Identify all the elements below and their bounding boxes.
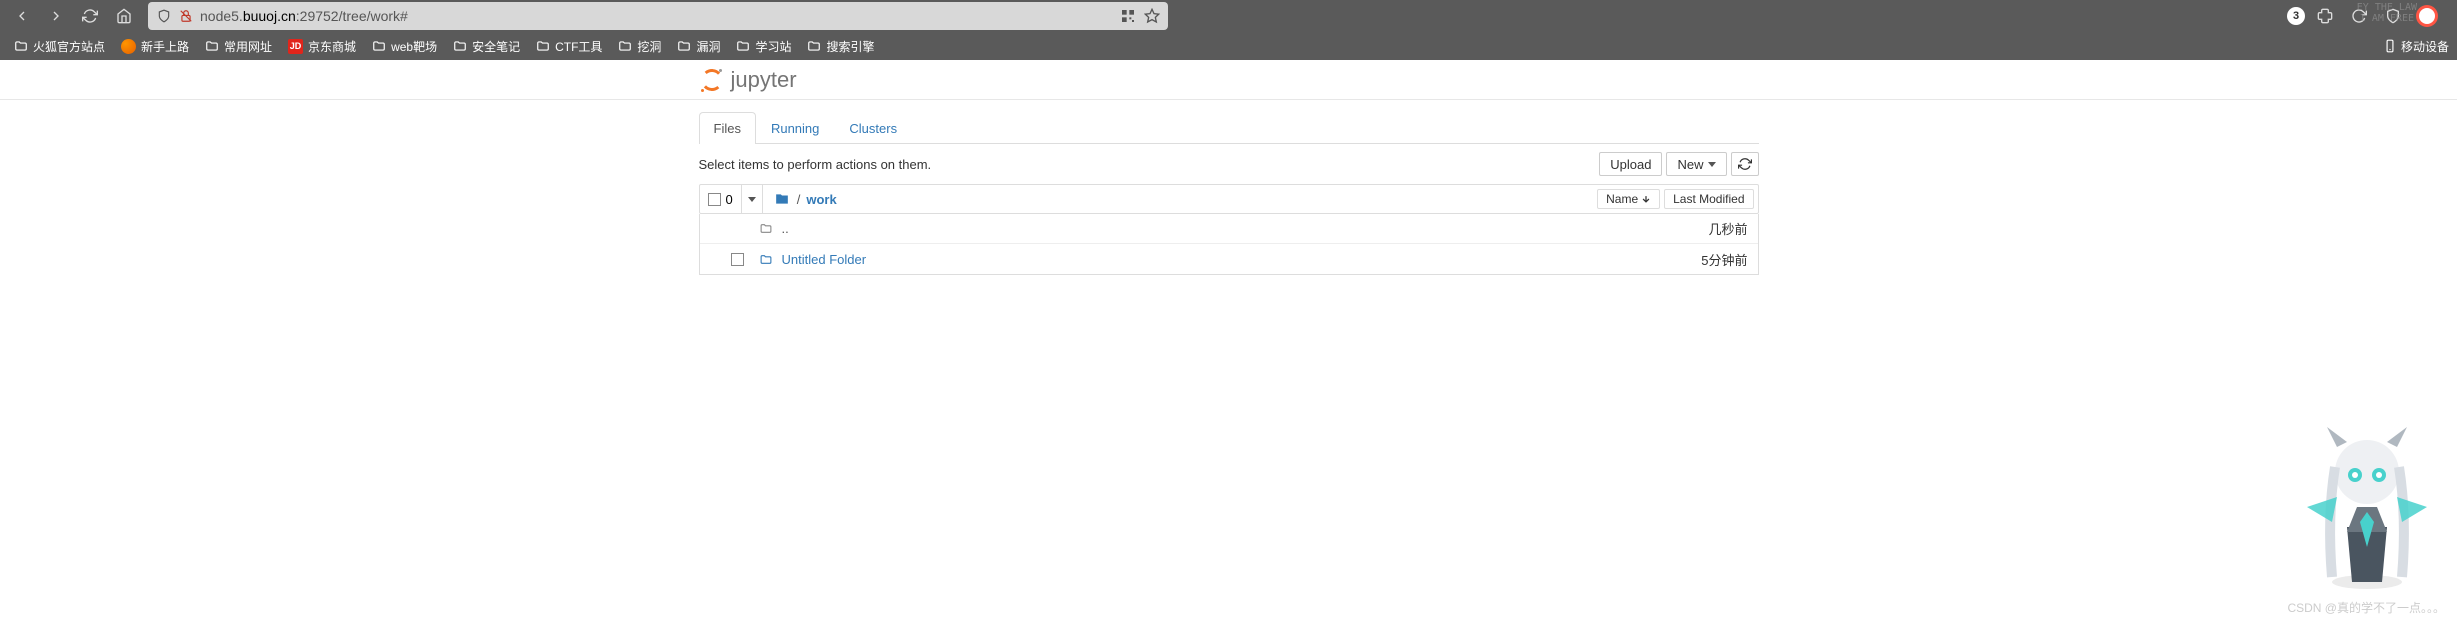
bookmark-item[interactable]: 挖洞 [612, 35, 667, 58]
folder-outline-icon [758, 222, 774, 235]
bookmark-label: 学习站 [755, 38, 791, 55]
folder-icon[interactable] [773, 192, 791, 206]
bookmark-item[interactable]: web靶场 [366, 35, 443, 58]
bookmark-label: 搜索引擎 [826, 38, 874, 55]
url-text: node5.buuoj.cn:29752/tree/work# [200, 8, 1114, 24]
select-count: 0 [726, 192, 733, 207]
breadcrumb-work[interactable]: work [806, 192, 836, 207]
file-link[interactable]: Untitled Folder [782, 252, 867, 267]
refresh-button[interactable] [1731, 152, 1759, 176]
bookmark-item[interactable]: 漏洞 [671, 35, 726, 58]
browser-toolbar: node5.buuoj.cn:29752/tree/work# EY THE L… [0, 0, 2457, 32]
file-list: .. 几秒前 Untitled Folder 5分钟前 [699, 214, 1759, 275]
jupyter-header: jupyter [0, 60, 2457, 100]
breadcrumb-row: 0 / work Name Last Modified [699, 184, 1759, 214]
chevron-down-icon [748, 197, 756, 202]
breadcrumb-separator: / [797, 192, 801, 207]
select-all[interactable]: 0 [700, 185, 741, 213]
bookmark-item[interactable]: 常用网址 [199, 35, 278, 58]
mobile-device-link[interactable]: 移动设备 [2383, 38, 2449, 55]
browser-chrome: node5.buuoj.cn:29752/tree/work# EY THE L… [0, 0, 2457, 60]
home-button[interactable] [110, 2, 138, 30]
breadcrumb: / work [763, 192, 847, 207]
sort-modified-button[interactable]: Last Modified [1664, 189, 1753, 209]
new-button[interactable]: New [1666, 152, 1726, 176]
bookmark-item[interactable]: 火狐官方站点 [8, 35, 111, 58]
back-button[interactable] [8, 2, 36, 30]
tab-running[interactable]: Running [756, 112, 834, 144]
url-bar[interactable]: node5.buuoj.cn:29752/tree/work# [148, 2, 1168, 30]
jd-icon: JD [288, 39, 303, 54]
mascot-decoration [2287, 417, 2447, 592]
download-badge[interactable]: 3 [2287, 7, 2305, 25]
shield-icon [156, 8, 172, 24]
bookmark-item[interactable]: CTF工具 [530, 35, 608, 58]
file-modified: 几秒前 [1708, 219, 1747, 238]
bookmark-label: web靶场 [391, 38, 437, 55]
watermark: CSDN @真的学不了一点。。。 [2287, 599, 2445, 616]
decor-text: EY THE LAWI AM FREE [2357, 2, 2417, 24]
reload-button[interactable] [76, 2, 104, 30]
bookmark-star-icon[interactable] [1144, 8, 1160, 24]
select-dropdown[interactable] [741, 185, 762, 213]
bookmark-label: 挖洞 [637, 38, 661, 55]
bookmark-item[interactable]: JD 京东商城 [282, 35, 362, 58]
bookmarks-bar: 火狐官方站点 新手上路 常用网址 JD 京东商城 web靶场 安全笔记 CTF工具 挖洞 漏洞 学习… [0, 32, 2457, 60]
firefox-icon [121, 39, 136, 54]
sort-name-button[interactable]: Name [1597, 189, 1660, 209]
chevron-down-icon [1708, 162, 1716, 167]
file-name: .. [782, 221, 789, 236]
extension-icon[interactable] [2311, 2, 2339, 30]
bookmark-item[interactable]: 搜索引擎 [801, 35, 880, 58]
file-row: Untitled Folder 5分钟前 [700, 244, 1758, 274]
toolbar-right: EY THE LAWI AM FREE 3 [2287, 2, 2449, 30]
jupyter-logo[interactable]: jupyter [699, 61, 797, 99]
forward-button[interactable] [42, 2, 70, 30]
file-row: .. 几秒前 [700, 214, 1758, 244]
file-modified: 5分钟前 [1701, 250, 1747, 269]
avatar-button[interactable] [2413, 2, 2441, 30]
select-all-checkbox[interactable] [708, 193, 721, 206]
bookmark-label: 安全笔记 [472, 38, 520, 55]
bookmark-item[interactable]: 新手上路 [115, 35, 195, 58]
hint-text: Select items to perform actions on them. [699, 157, 932, 172]
bookmark-label: 新手上路 [141, 38, 189, 55]
bookmark-item[interactable]: 安全笔记 [447, 35, 526, 58]
tab-clusters[interactable]: Clusters [834, 112, 912, 144]
bookmark-label: CTF工具 [555, 38, 602, 55]
lock-strike-icon [178, 8, 194, 24]
bookmark-label: 常用网址 [224, 38, 272, 55]
tab-files[interactable]: Files [699, 112, 756, 144]
qr-icon[interactable] [1120, 8, 1136, 24]
bookmark-label: 火狐官方站点 [33, 38, 105, 55]
bookmark-item[interactable]: 学习站 [730, 35, 797, 58]
upload-button[interactable]: Upload [1599, 152, 1662, 176]
row-checkbox[interactable] [731, 253, 744, 266]
bookmark-label: 漏洞 [696, 38, 720, 55]
bookmark-label: 京东商城 [308, 38, 356, 55]
tabs: Files Running Clusters [699, 112, 1759, 144]
folder-outline-icon [758, 253, 774, 266]
arrow-down-icon [1641, 194, 1651, 204]
